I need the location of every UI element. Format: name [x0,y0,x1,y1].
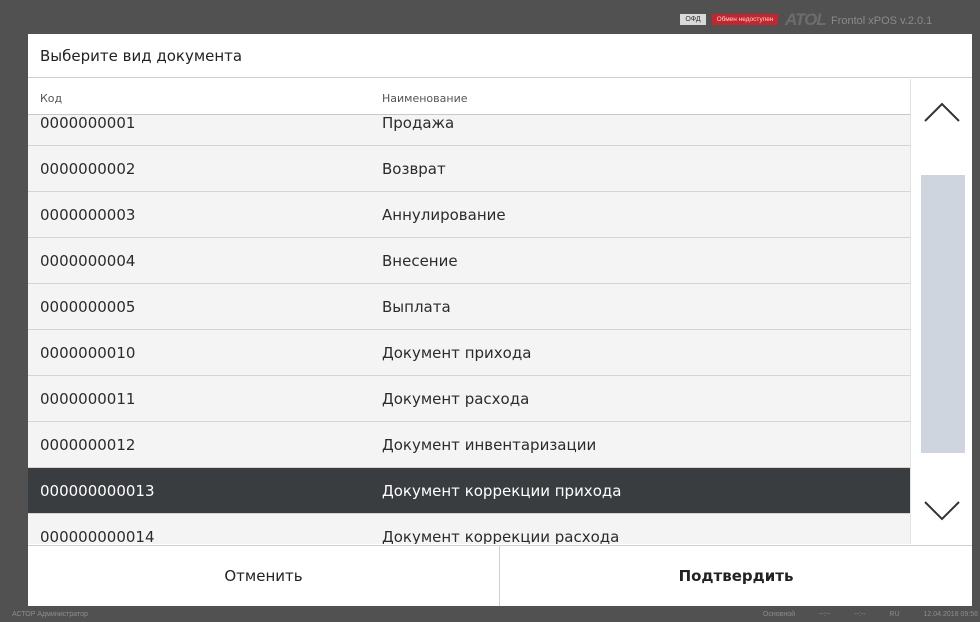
row-name-cell: Документ прихода [382,344,532,362]
table-row[interactable]: 0000000010 Документ прихода [28,330,910,376]
column-header-name: Наименование [382,92,468,105]
table-scrollbar[interactable] [910,79,972,544]
language-indicator: RU [889,611,900,618]
status-datetime: 12.04.2018 09:56 [923,611,979,618]
table-row[interactable]: 0000000012 Документ инвентаризации [28,422,910,468]
status-field-1: --:-- [818,611,831,618]
app-version: Frontol xPOS v.2.0.1 [831,15,933,27]
row-code-cell: 0000000003 [40,206,136,224]
row-name-cell: Аннулирование [382,206,506,224]
scroll-thumb[interactable] [921,175,965,453]
row-code-cell: 0000000002 [40,160,136,178]
table-row[interactable]: 0000000002 Возврат [28,146,910,192]
row-code-cell: 0000000011 [40,390,136,408]
row-code-cell: 0000000010 [40,344,136,362]
column-header-code: Код [40,92,63,105]
row-code-cell: 0000000004 [40,252,136,270]
row-code-cell: 000000000014 [40,528,155,544]
row-name-cell: Возврат [382,160,446,178]
document-type-dialog: Выберите вид документа Код Наименование … [28,34,972,606]
ofd-badge: ОФД [680,14,706,25]
chevron-down-icon [924,501,960,521]
chevron-up-icon [924,102,960,122]
bottom-status-bar: АСТОР Администратор Основной --:-- --:--… [0,608,980,622]
row-code-cell: 0000000012 [40,436,136,454]
row-name-cell: Документ коррекции прихода [382,482,622,500]
table-row[interactable]: 0000000004 Внесение [28,238,910,284]
table-row[interactable]: 0000000003 Аннулирование [28,192,910,238]
table-row[interactable]: 0000000011 Документ расхода [28,376,910,422]
row-name-cell: Документ коррекции расхода [382,528,620,544]
row-name-cell: Документ инвентаризации [382,436,597,454]
table-header: Код Наименование [28,79,910,115]
document-type-table: Код Наименование 0000000001 Продажа 000000… [28,79,910,544]
atol-logo: ATOL [785,10,827,29]
row-name-cell: Внесение [382,252,458,270]
top-status-bar: ОФД Обмен недоступен ATOL Frontol xPOS v… [0,10,980,34]
row-code-cell: 0000000005 [40,298,136,316]
row-name-cell: Документ расхода [382,390,530,408]
dialog-footer: Отменить Подтвердить [28,545,972,606]
table-row[interactable]: 000000000013 Документ коррекции прихода [28,468,910,514]
table-body: 0000000001 Продажа 0000000002 Возврат 000000… [28,100,910,544]
row-name-cell: Выплата [382,298,451,316]
mode-label: Основной [762,611,795,618]
cancel-button[interactable]: Отменить [28,546,500,606]
table-row[interactable]: 000000000014 Документ коррекции расхода [28,514,910,544]
current-user: АСТОР Администратор [12,611,88,618]
exchange-status-badge: Обмен недоступен [712,14,778,25]
status-field-2: --:-- [854,611,866,618]
scroll-track[interactable] [921,149,965,474]
confirm-button[interactable]: Подтвердить [500,546,972,606]
scroll-down-button[interactable] [911,474,973,544]
scroll-up-button[interactable] [911,79,973,149]
status-right-group: Основной --:-- --:-- RU 12.04.2018 09:56 [741,608,978,622]
dialog-title: Выберите вид документа [28,34,972,78]
table-row[interactable]: 0000000005 Выплата [28,284,910,330]
row-code-cell: 000000000013 [40,482,155,500]
